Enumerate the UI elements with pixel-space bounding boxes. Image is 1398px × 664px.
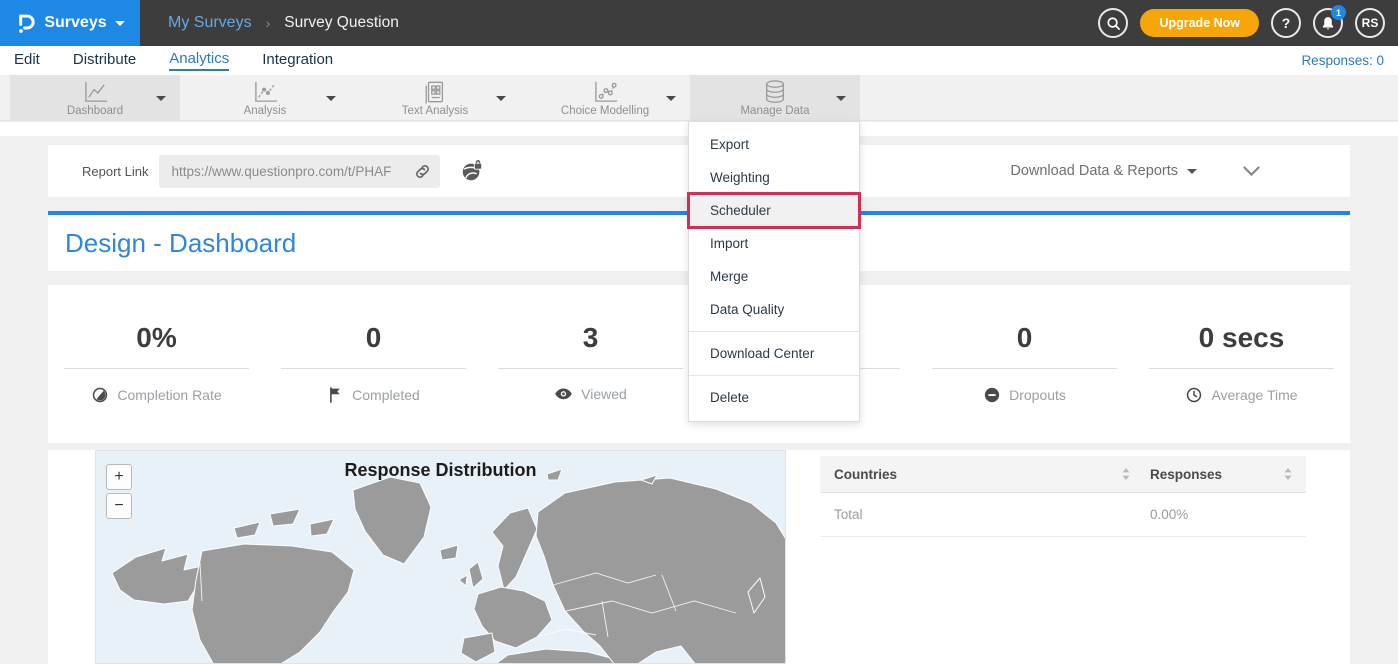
world-map[interactable]: Response Distribution + − <box>95 450 786 664</box>
completion-rate-icon <box>91 386 109 404</box>
tab-text-analysis[interactable]: Text Analysis <box>350 75 520 121</box>
minus-circle-icon <box>983 386 1001 404</box>
responses-count: Responses: 0 <box>1301 53 1384 68</box>
topbar: Surveys My Surveys › Survey Question Upg… <box>0 0 1398 46</box>
surveys-product-menu[interactable]: Surveys <box>0 0 140 46</box>
world-map-svg <box>96 451 786 664</box>
countries-table: Countries Responses Total 0.00% <box>820 456 1306 537</box>
column-responses: Responses <box>1150 467 1222 482</box>
analytics-toolbar: Dashboard Analysis Text Analysis Choice … <box>0 75 1398 121</box>
nav-distribute[interactable]: Distribute <box>73 51 136 70</box>
flag-icon <box>327 386 344 404</box>
menu-item-download-center[interactable]: Download Center <box>689 337 859 370</box>
link-icon[interactable] <box>413 162 432 186</box>
menu-item-merge[interactable]: Merge <box>689 260 859 293</box>
response-distribution-card: Response Distribution + − Countries Resp… <box>48 450 1350 664</box>
notification-badge: 1 <box>1331 5 1346 20</box>
countries-table-header: Countries Responses <box>820 456 1306 493</box>
map-zoom-controls: + − <box>106 464 132 519</box>
nav-edit[interactable]: Edit <box>14 51 40 70</box>
zoom-out-button[interactable]: − <box>106 493 132 519</box>
questionpro-dashboard: Surveys My Surveys › Survey Question Upg… <box>0 0 1398 664</box>
breadcrumb-current: Survey Question <box>284 14 399 32</box>
menu-item-weighting[interactable]: Weighting <box>689 161 859 194</box>
map-title: Response Distribution <box>96 460 785 481</box>
menu-item-export[interactable]: Export <box>689 128 859 161</box>
chevron-down-icon[interactable] <box>156 96 166 101</box>
tab-manage-data[interactable]: Manage Data <box>690 75 860 121</box>
chevron-down-icon[interactable] <box>326 96 336 101</box>
help-button[interactable]: ? <box>1271 8 1301 38</box>
chevron-down-icon <box>1187 169 1197 174</box>
chevron-down-icon[interactable] <box>666 96 676 101</box>
tab-dashboard[interactable]: Dashboard <box>10 75 180 121</box>
chevron-down-icon[interactable] <box>836 96 846 101</box>
stat-completion-rate: 0% Completion Rate <box>48 285 265 443</box>
notifications-button[interactable]: 1 <box>1313 8 1343 38</box>
menu-item-data-quality[interactable]: Data Quality <box>689 293 859 326</box>
eye-icon <box>554 386 573 402</box>
text-document-icon <box>423 80 447 104</box>
sort-icon[interactable] <box>1122 468 1130 480</box>
breadcrumb-my-surveys[interactable]: My Surveys <box>168 14 252 32</box>
menu-divider <box>689 331 859 332</box>
menu-divider <box>689 375 859 376</box>
stat-average-time: 0 secs Average Time <box>1133 285 1350 443</box>
menu-item-scheduler[interactable]: Scheduler <box>689 194 859 227</box>
stat-dropouts: 0 Dropouts <box>916 285 1133 443</box>
table-row-total: Total 0.00% <box>820 493 1306 537</box>
sort-icon[interactable] <box>1284 468 1292 480</box>
questionpro-logo-icon <box>15 12 36 35</box>
tab-choice-modelling[interactable]: Choice Modelling <box>520 75 690 121</box>
product-label: Surveys <box>44 14 106 32</box>
report-url-input[interactable] <box>159 155 440 188</box>
search-icon <box>1106 16 1121 31</box>
total-responses: 0.00% <box>1150 507 1188 522</box>
avatar-initials: RS <box>1362 16 1379 30</box>
trend-chart-icon <box>252 80 279 104</box>
page-title: Design - Dashboard <box>65 228 296 259</box>
stat-completed: 0 Completed <box>265 285 482 443</box>
survey-nav: Edit Distribute Analytics Integration Re… <box>0 46 1398 75</box>
manage-data-menu: Export Weighting Scheduler Import Merge … <box>688 121 860 422</box>
question-mark-icon: ? <box>1282 15 1291 31</box>
download-data-reports-dropdown[interactable]: Download Data & Reports <box>1010 163 1197 179</box>
database-icon <box>762 80 788 104</box>
breadcrumb-separator: › <box>266 15 271 31</box>
chevron-down-icon <box>115 21 125 26</box>
chevron-down-icon[interactable] <box>496 96 506 101</box>
clock-icon <box>1185 386 1203 404</box>
search-button[interactable] <box>1098 8 1128 38</box>
nav-integration[interactable]: Integration <box>262 51 333 70</box>
stat-viewed: 3 Viewed <box>482 285 699 443</box>
column-countries: Countries <box>834 467 897 482</box>
report-link-label: Report Link <box>82 164 148 179</box>
zoom-in-button[interactable]: + <box>106 464 132 490</box>
menu-item-delete[interactable]: Delete <box>689 381 859 414</box>
menu-item-import[interactable]: Import <box>689 227 859 260</box>
tab-analysis[interactable]: Analysis <box>180 75 350 121</box>
nav-analytics[interactable]: Analytics <box>169 50 229 71</box>
avatar[interactable]: RS <box>1355 8 1385 38</box>
globe-lock-icon[interactable] <box>460 159 484 183</box>
report-url-wrap <box>159 155 440 188</box>
total-label: Total <box>834 507 863 522</box>
scatter-chart-icon <box>592 80 619 104</box>
line-chart-icon <box>82 80 109 104</box>
collapse-chevron-icon[interactable] <box>1242 165 1261 177</box>
upgrade-now-button[interactable]: Upgrade Now <box>1140 9 1259 37</box>
topbar-actions: Upgrade Now ? 1 RS <box>1098 8 1398 38</box>
breadcrumb: My Surveys › Survey Question <box>168 14 399 32</box>
